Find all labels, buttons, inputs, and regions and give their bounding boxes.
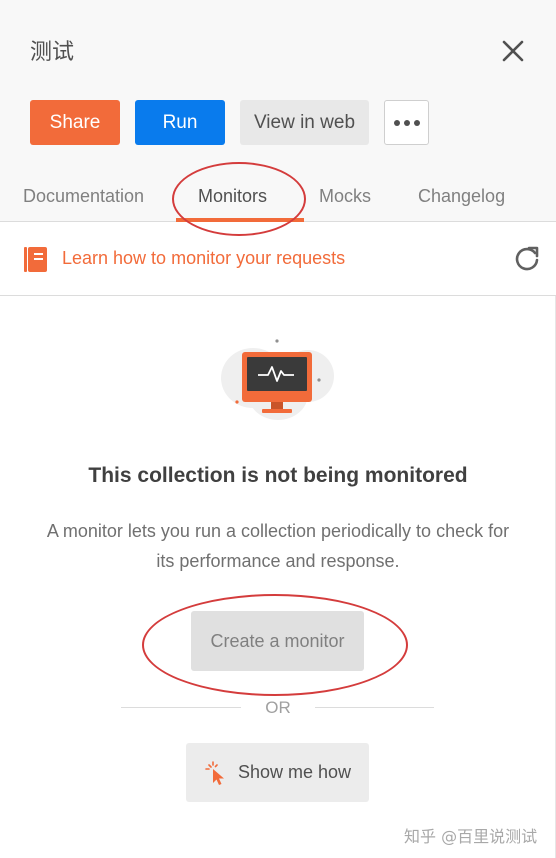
empty-state-title: This collection is not being monitored: [88, 464, 468, 487]
show-me-how-button[interactable]: Show me how: [186, 743, 369, 802]
tab-mocks[interactable]: Mocks: [319, 186, 371, 207]
share-button[interactable]: Share: [30, 100, 120, 145]
or-label: OR: [265, 698, 291, 717]
monitor-illustration-icon: [221, 339, 334, 420]
tab-monitors[interactable]: Monitors: [198, 186, 267, 207]
close-icon[interactable]: [496, 34, 530, 68]
run-button[interactable]: Run: [135, 100, 225, 145]
panel-header: 测试 Share Run View in web Documentation M…: [0, 0, 556, 222]
watermark-text: 知乎 @百里说测试: [404, 827, 538, 846]
show-me-how-label: Show me how: [237, 762, 352, 782]
book-icon: [24, 247, 47, 272]
view-in-web-button[interactable]: View in web: [240, 100, 369, 145]
tab-bar: Documentation Monitors Mocks Changelog: [0, 176, 556, 222]
tab-changelog[interactable]: Changelog: [418, 186, 505, 207]
empty-state-description: A monitor lets you run a collection peri…: [46, 521, 510, 571]
create-monitor-button[interactable]: Create a monitor: [191, 611, 364, 671]
monitors-panel: 测试 Share Run View in web Documentation M…: [0, 0, 556, 858]
more-options-button[interactable]: [384, 100, 429, 145]
more-dots-icon: [393, 119, 420, 126]
refresh-icon[interactable]: [513, 244, 541, 272]
learn-monitor-link[interactable]: Learn how to monitor your requests: [62, 248, 345, 269]
pointer-click-icon: [205, 760, 224, 785]
tab-documentation[interactable]: Documentation: [23, 186, 144, 207]
learn-banner: Learn how to monitor your requests: [0, 222, 556, 296]
collection-title: 测试: [30, 40, 75, 65]
